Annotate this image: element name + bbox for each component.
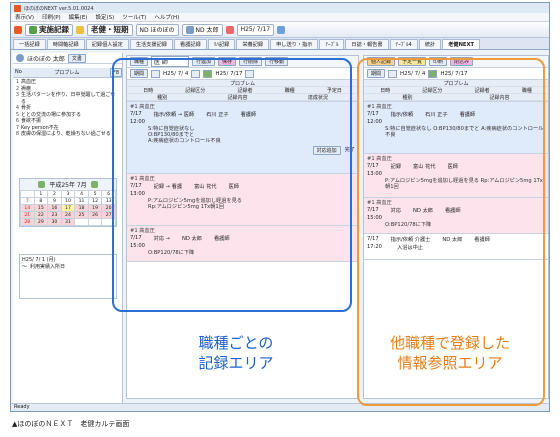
facility-button[interactable]: 老健・短期	[87, 23, 133, 36]
record-button[interactable]: 実施記録	[25, 23, 73, 36]
window-title: ほのぼのNEXT ver.5.01.0024	[24, 5, 94, 12]
tab-nursing[interactable]: 看護記録	[174, 39, 207, 49]
star-icon[interactable]	[76, 25, 84, 34]
tab-timeline[interactable]: 時間軸記録	[46, 39, 85, 49]
schedule-box: H25/ 7/ 1 (月) 〜利用実績入所日	[19, 254, 117, 299]
staff-label: ND 太郎	[195, 27, 219, 34]
schedule-date: H25/ 7/ 1 (月)	[22, 257, 56, 263]
tab-life-support[interactable]: 生活支援記録	[129, 39, 173, 49]
record-area-highlight	[112, 58, 352, 312]
tab-strip: 一括記録 時間軸記録 記録個人設定 生活支援記録 看護記録 ﾘﾊ記録 栄養記録 …	[11, 38, 549, 50]
reference-area-caption: 他職種で登録した 情報参照エリア	[389, 334, 510, 372]
record-area-caption: 職種ごとの 記録エリア	[198, 334, 274, 372]
tab-table[interactable]: ﾃｰﾌﾞﾙ	[319, 39, 345, 49]
user-icon	[185, 25, 194, 34]
facility-label: 老健・短期	[91, 25, 129, 34]
menu-help[interactable]: ヘルプ(H)	[154, 13, 179, 21]
problem-list: 1 高血圧 2 褥瘡 3 生活パターンを作り、日中覚醒して過ごせる 4 骨折 5 ととの交…	[13, 78, 122, 138]
patient-bar: ほのぼの 太郎 文書	[13, 53, 122, 64]
document-button[interactable]: 文書	[67, 53, 86, 63]
problem-title-header: プロブレム	[54, 70, 80, 76]
figure-caption: ▲ほのぼのＮＥＸＴ 老健カルテ画面	[12, 420, 130, 428]
left-panel: ほのぼの 太郎 文書 No プロブレム F8 1 高血圧 2 褥瘡 3 生活パターンを…	[13, 53, 123, 403]
record-label: 実施記録	[39, 25, 69, 34]
patient-name: ほのぼの 太郎	[27, 55, 65, 63]
calendar-grid: 123456 7 8 9 10 11 12 13 14 15 16 17 18 19 20 21 22 23…	[20, 190, 116, 226]
tab-stats[interactable]: 統計	[418, 39, 442, 49]
record-icon	[29, 25, 37, 34]
client-field[interactable]: ND ほのぼの	[135, 23, 179, 36]
staff-field[interactable]: ND 太郎	[181, 23, 223, 36]
menu-settings[interactable]: 設定(S)	[95, 13, 114, 21]
main-toolbar: 実施記録 老健・短期 ND ほのぼの ND 太郎 H25/ 7/17	[11, 22, 549, 38]
menu-tools[interactable]: ツール(T)	[122, 13, 146, 21]
avatar-icon	[16, 54, 24, 62]
problem-no-header: No	[15, 69, 22, 75]
tab-roken-next[interactable]: 老健NEXT	[442, 39, 481, 49]
menu-bar: 表示(V) 印刷(P) 編集(E) 設定(S) ツール(T) ヘルプ(H)	[11, 13, 549, 22]
tab-nutrition[interactable]: 栄養記録	[236, 39, 270, 49]
calendar-title: 平成25年 7月	[49, 182, 87, 189]
tab-diary[interactable]: 日誌・報告書	[345, 39, 389, 49]
tab-handover[interactable]: 申し送り・指示	[270, 39, 319, 49]
tab-rehab[interactable]: ﾘﾊ記録	[207, 39, 236, 49]
app-icon	[14, 4, 21, 12]
list-item[interactable]: 8 皮膚の保湿により、乾燥ちない過ごせる	[13, 131, 122, 138]
next-month-icon[interactable]	[90, 181, 98, 188]
calendar-header: 平成25年 7月	[20, 179, 116, 190]
menu-print[interactable]: 印刷(P)	[42, 13, 61, 21]
alert-icon[interactable]	[225, 25, 234, 34]
tab-table4[interactable]: ﾃｰﾌﾞﾙ4	[389, 39, 418, 49]
client-label: ND ほのぼの	[139, 27, 175, 34]
tab-personal-settings[interactable]: 記録個人設定	[85, 39, 129, 49]
menu-view[interactable]: 表示(V)	[15, 13, 34, 21]
title-bar: ほのぼのNEXT ver.5.01.0024	[11, 3, 549, 13]
list-item[interactable]: 3 生活パターンを作り、日中覚醒して過ごせる	[13, 92, 122, 105]
home-icon[interactable]	[14, 25, 22, 34]
calendar: 平成25年 7月 123456 7 8 9 10 11 12 13 14 15 16 17 18 19…	[19, 178, 117, 227]
problem-list-header: No プロブレム F8	[13, 68, 122, 78]
calendar-icon[interactable]	[277, 25, 286, 34]
schedule-time: 〜	[22, 264, 28, 270]
tab-batch-record[interactable]: 一括記録	[13, 39, 46, 49]
menu-edit[interactable]: 編集(E)	[69, 13, 88, 21]
date-field[interactable]: H25/ 7/17	[236, 23, 275, 36]
date-label: H25/ 7/17	[240, 26, 271, 33]
prev-month-icon[interactable]	[38, 181, 46, 188]
schedule-note: 利用実績入所日	[30, 264, 66, 270]
